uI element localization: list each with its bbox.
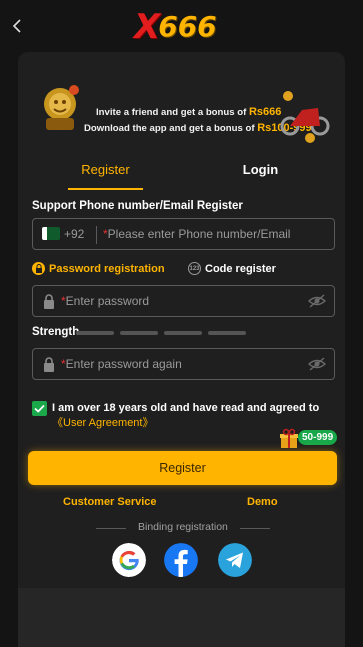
country-code[interactable]: +92	[64, 227, 84, 241]
gift-icon	[280, 428, 298, 448]
phone-field[interactable]: +92 *Please enter Phone number/Email	[32, 218, 335, 250]
back-button[interactable]	[8, 16, 28, 36]
banner-invite-text: Invite a friend and get a bonus of Rs666	[96, 106, 282, 118]
phone-label: Support Phone number/Email Register	[32, 200, 243, 212]
lion-emblem-icon	[44, 85, 79, 130]
password-registration-option[interactable]: Password registration	[32, 262, 165, 275]
code-badge-icon: 123	[188, 262, 201, 275]
agreement-checkbox[interactable]	[32, 401, 47, 416]
strength-segment	[120, 331, 158, 335]
register-panel: Invite a friend and get a bonus of Rs666…	[18, 52, 345, 588]
phone-input[interactable]: *Please enter Phone number/Email	[103, 227, 290, 241]
lock-badge-icon	[32, 262, 45, 275]
helper-links: Customer Service Demo	[18, 496, 345, 512]
registration-mode-row: Password registration 123 Code register	[32, 262, 335, 280]
logo-number: 666	[158, 10, 217, 43]
lock-icon	[44, 294, 54, 309]
auth-tabs: Register Login	[18, 154, 345, 190]
brand-logo: X 666	[134, 8, 217, 46]
divider-line	[240, 528, 270, 529]
register-button[interactable]: Register	[28, 451, 337, 485]
pakistan-flag-icon	[42, 227, 60, 240]
code-register-option[interactable]: 123 Code register	[188, 262, 276, 275]
password-input[interactable]: *Enter password	[61, 294, 149, 308]
field-divider	[96, 226, 97, 244]
user-agreement-link[interactable]: 《User Agreement》	[52, 417, 153, 429]
divider-line	[96, 528, 126, 529]
top-bar: X 666	[0, 0, 363, 52]
code-register-label: Code register	[205, 262, 276, 275]
lock-icon	[44, 357, 54, 372]
password-again-input[interactable]: *Enter password again	[61, 357, 182, 371]
eye-off-icon[interactable]	[308, 357, 326, 371]
tab-register[interactable]: Register	[68, 154, 143, 190]
facebook-icon[interactable]	[164, 543, 198, 577]
google-icon[interactable]	[112, 543, 146, 577]
password-strength: Strength	[32, 326, 335, 340]
checkmark-icon	[34, 404, 45, 413]
logo-x: X	[134, 7, 161, 47]
tab-login[interactable]: Login	[223, 154, 298, 190]
motorbike-icon	[280, 91, 330, 143]
telegram-icon[interactable]	[218, 543, 252, 577]
bottom-strip	[18, 588, 345, 647]
eye-off-icon[interactable]	[308, 294, 326, 308]
agreement-text: I am over 18 years old and have read and…	[52, 402, 320, 429]
bonus-badge: 50-999	[298, 430, 338, 445]
back-arrow-icon	[12, 19, 21, 33]
strength-segment	[164, 331, 202, 335]
customer-service-link[interactable]: Customer Service	[63, 496, 157, 508]
strength-segment	[208, 331, 246, 335]
binding-registration-divider: Binding registration	[18, 521, 345, 537]
strength-segment	[76, 331, 114, 335]
password-again-field[interactable]: *Enter password again	[32, 348, 335, 380]
password-field[interactable]: *Enter password	[32, 285, 335, 317]
binding-registration-label: Binding registration	[138, 521, 228, 533]
strength-label: Strength	[32, 326, 80, 338]
password-registration-label: Password registration	[49, 262, 165, 275]
demo-link[interactable]: Demo	[247, 496, 278, 508]
